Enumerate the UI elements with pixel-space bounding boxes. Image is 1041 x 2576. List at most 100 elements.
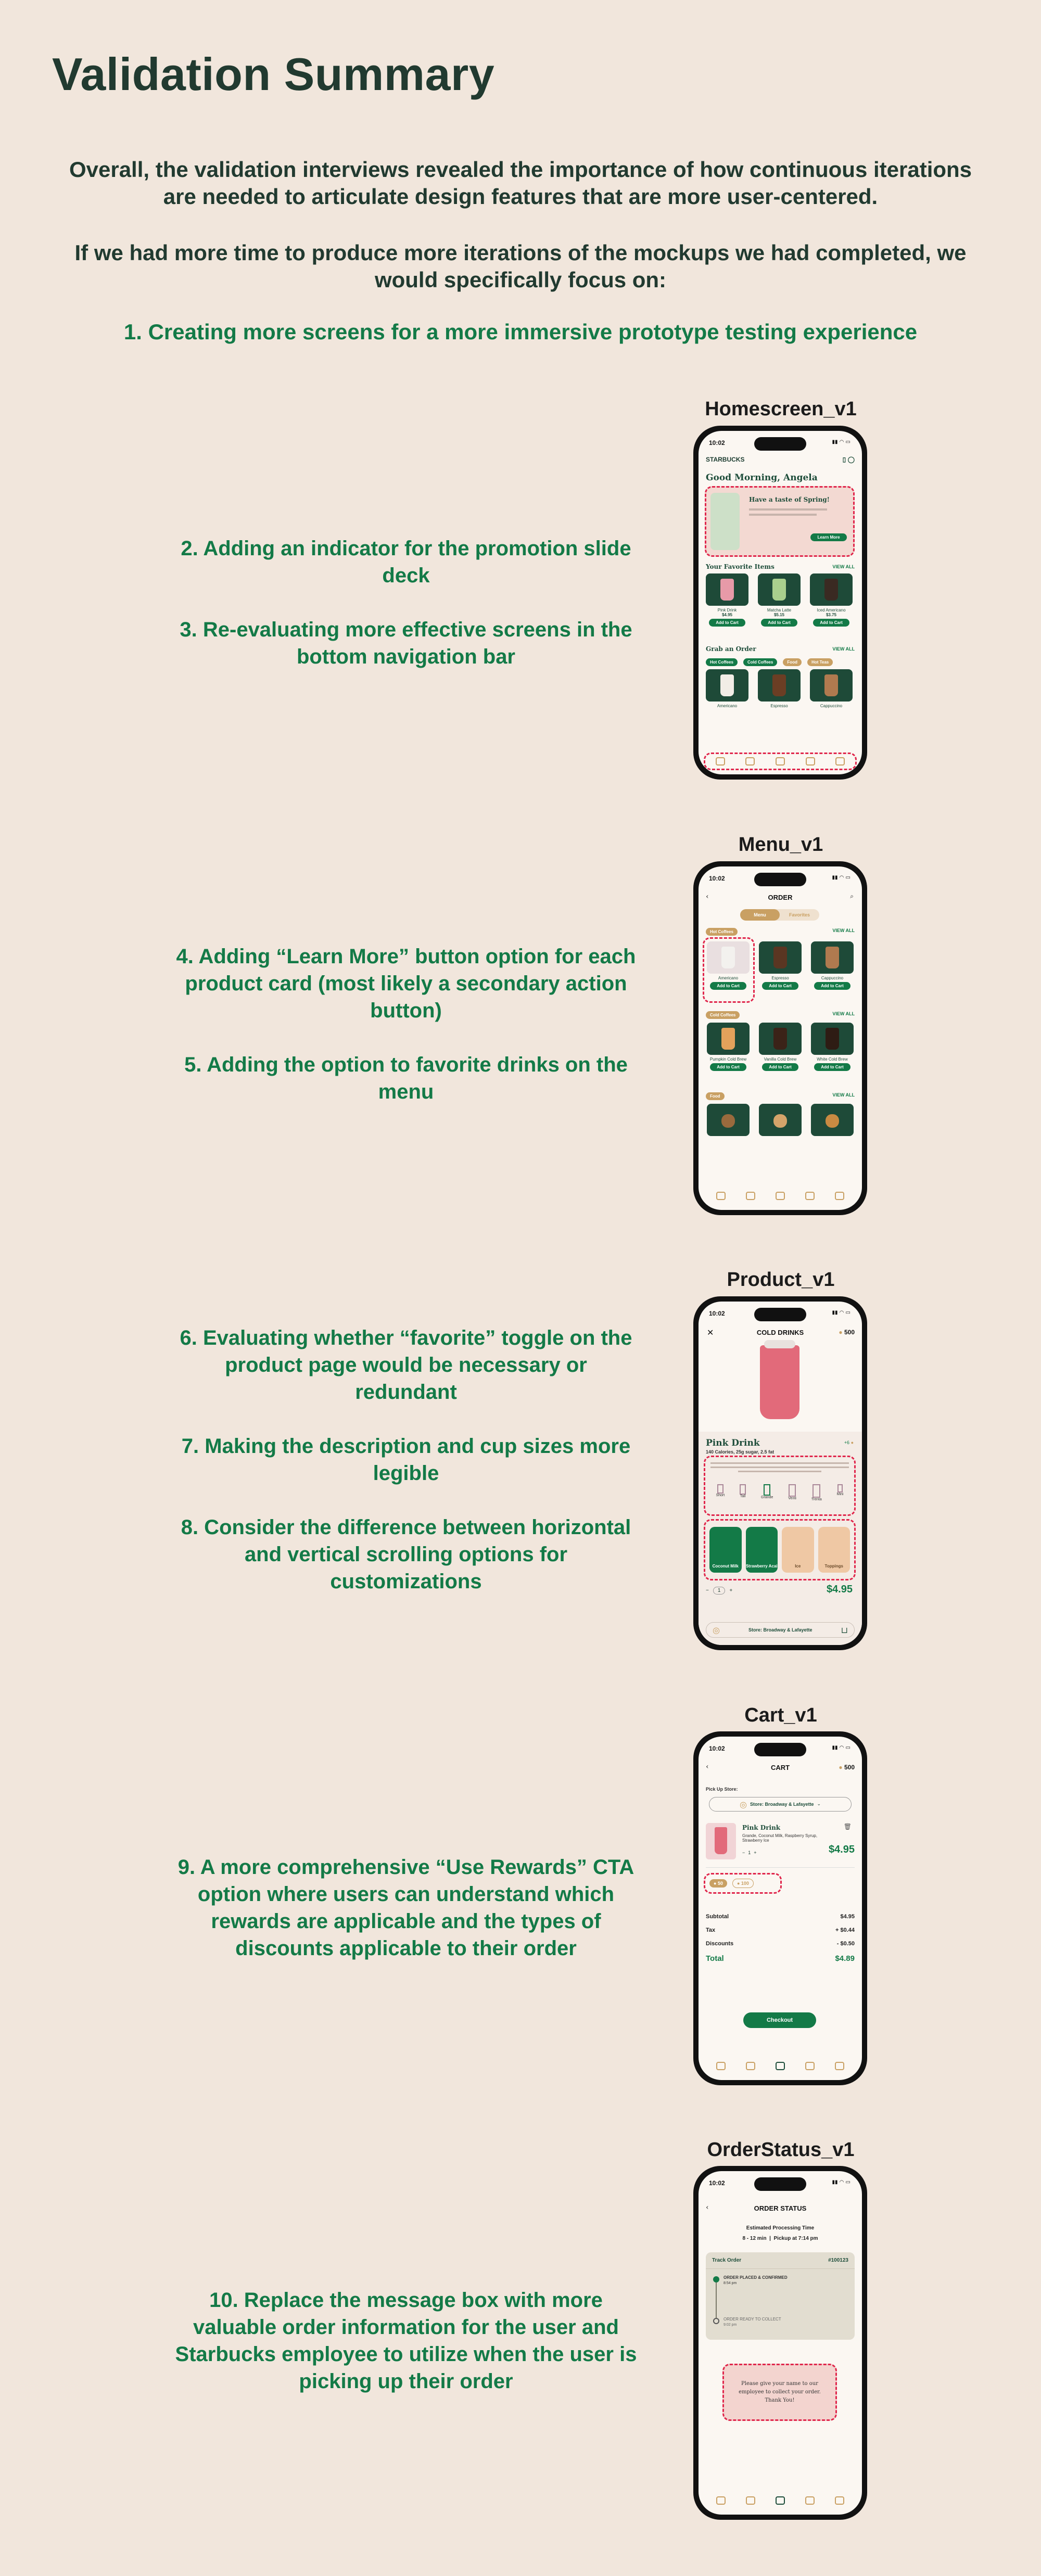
food-card[interactable] xyxy=(707,1104,750,1136)
message-box: Please give your name to our employee to… xyxy=(722,2364,837,2421)
chip-food[interactable]: Food xyxy=(783,658,802,666)
quantity-stepper[interactable]: − 1 + xyxy=(706,1587,732,1595)
checkout-button[interactable]: Checkout xyxy=(743,2012,816,2028)
plus-icon[interactable]: + xyxy=(754,1850,756,1855)
tab-favorites[interactable]: Favorites xyxy=(780,909,819,921)
quantity-stepper[interactable]: −1 + xyxy=(742,1850,757,1855)
add-to-cart-button[interactable]: Add to Cart xyxy=(813,619,849,627)
rewards-icon[interactable] xyxy=(805,2062,815,2070)
trash-icon[interactable]: 🗑 xyxy=(844,1823,852,1830)
custom-option-toppings[interactable]: Toppings xyxy=(818,1527,850,1573)
product-card[interactable]: Americano Add to Cart xyxy=(707,941,750,990)
cart-icon[interactable] xyxy=(775,2496,785,2505)
cart-icon[interactable]: ⊔ xyxy=(841,1625,848,1635)
add-to-cart-button[interactable]: Add to Cart xyxy=(709,619,745,627)
promo-slide[interactable]: Have a taste of Spring! Learn More xyxy=(705,486,855,557)
profile-icon[interactable] xyxy=(835,2496,845,2505)
profile-icon[interactable] xyxy=(835,2062,845,2070)
product-card[interactable]: Espresso Add to Cart xyxy=(759,941,802,990)
home-icon[interactable] xyxy=(716,2496,726,2505)
intro-paragraph-2: If we had more time to produce more iter… xyxy=(74,240,967,292)
size-option[interactable]: Trenta xyxy=(811,1484,822,1501)
rewards-icon[interactable] xyxy=(805,1192,815,1200)
view-all-link[interactable]: VIEW ALL xyxy=(832,1011,855,1019)
add-to-cart-button[interactable]: Add to Cart xyxy=(761,619,797,627)
menu-title: ORDER xyxy=(768,894,793,901)
menu-icon[interactable] xyxy=(745,757,755,766)
chevron-down-icon: ⌄ xyxy=(817,1802,821,1807)
total-value: $4.89 xyxy=(835,1954,855,1963)
mockup-label-cart: Cart_v1 xyxy=(744,1704,817,1726)
customization-scroller[interactable]: Coconut Milk Strawberry Acai Ice Topping… xyxy=(704,1519,856,1580)
custom-option-base[interactable]: Strawberry Acai xyxy=(745,1527,778,1573)
size-option[interactable]: Venti xyxy=(788,1484,796,1501)
size-option[interactable]: Short xyxy=(716,1484,725,1501)
mockup-label-order-status: OrderStatus_v1 xyxy=(707,2139,855,2161)
add-to-cart-button[interactable]: Add to Cart xyxy=(814,982,850,990)
add-to-cart-button[interactable]: Add to Cart xyxy=(710,982,746,990)
store-selector[interactable]: ◎ Store: Broadway & Lafayette ⊔ xyxy=(706,1622,855,1638)
product-card[interactable]: Cappuccino xyxy=(810,669,853,708)
chip-hot-teas[interactable]: Hot Teas xyxy=(807,658,833,666)
favorite-toggle[interactable]: +6 ● xyxy=(844,1440,854,1445)
product-card[interactable]: Vanilla Cold Brew Add to Cart xyxy=(759,1023,802,1071)
custom-option-milk[interactable]: Coconut Milk xyxy=(709,1527,742,1573)
note-4: 4. Adding “Learn More” button option for… xyxy=(176,945,636,1022)
cart-icon[interactable] xyxy=(775,1192,785,1200)
back-icon[interactable]: ‹ xyxy=(706,892,709,901)
food-card[interactable] xyxy=(759,1104,802,1136)
menu-icon[interactable] xyxy=(745,1192,755,1200)
product-card[interactable]: Americano xyxy=(706,669,748,708)
product-card[interactable]: White Cold Brew Add to Cart xyxy=(811,1023,854,1071)
menu-icon[interactable] xyxy=(745,2496,755,2505)
store-icon: ◎ xyxy=(739,1799,747,1809)
home-icon[interactable] xyxy=(716,2062,726,2070)
learn-more-button[interactable]: Learn More xyxy=(810,533,847,541)
profile-icon[interactable] xyxy=(835,757,845,766)
track-order-panel: Track Order #100123 ORDER PLACED & CONFI… xyxy=(706,2252,855,2340)
custom-option-ice[interactable]: Ice xyxy=(782,1527,814,1573)
product-card[interactable]: Espresso xyxy=(758,669,801,708)
points-badge: ● 500 xyxy=(839,1329,855,1336)
search-icon[interactable]: ⌕ xyxy=(850,892,854,900)
add-to-cart-button[interactable]: Add to Cart xyxy=(814,1063,850,1071)
size-option[interactable]: Mini xyxy=(837,1484,843,1501)
size-option[interactable]: Grande xyxy=(761,1484,773,1501)
minus-icon[interactable]: − xyxy=(706,1588,709,1593)
rewards-icon[interactable] xyxy=(805,2496,815,2505)
product-price: $4.95 xyxy=(826,1584,853,1595)
cart-icon[interactable] xyxy=(775,757,785,766)
rewards-icon[interactable] xyxy=(805,757,815,766)
store-dropdown[interactable]: ◎ Store: Broadway & Lafayette ⌄ xyxy=(709,1797,852,1812)
chip-hot-coffees[interactable]: Hot Coffees xyxy=(706,658,738,666)
product-card[interactable]: Matcha Latte $5.15 Add to Cart xyxy=(758,573,801,627)
plus-icon[interactable]: + xyxy=(729,1588,732,1593)
product-category-title: COLD DRINKS xyxy=(756,1329,804,1336)
add-to-cart-button[interactable]: Add to Cart xyxy=(762,1063,798,1071)
food-card[interactable] xyxy=(811,1104,854,1136)
profile-icon[interactable] xyxy=(835,1192,845,1200)
product-card[interactable]: Cappuccino Add to Cart xyxy=(811,941,854,990)
menu-icon[interactable] xyxy=(745,2062,755,2070)
chip-cold-coffees[interactable]: Cold Coffees xyxy=(743,658,778,666)
tab-menu[interactable]: Menu xyxy=(740,909,780,921)
reward-option-2[interactable]: ● 100 xyxy=(732,1879,754,1888)
reward-option-1[interactable]: ● 50 xyxy=(709,1879,727,1888)
view-all-link[interactable]: VIEW ALL xyxy=(832,928,855,936)
view-all-link[interactable]: VIEW ALL xyxy=(832,564,855,569)
product-card[interactable]: Iced Americano $3.75 Add to Cart xyxy=(810,573,853,627)
minus-icon[interactable]: − xyxy=(742,1850,745,1855)
product-card[interactable]: Pumpkin Cold Brew Add to Cart xyxy=(707,1023,750,1071)
product-card[interactable]: Pink Drink $4.95 Add to Cart xyxy=(706,573,748,627)
cart-icon[interactable] xyxy=(775,2062,785,2070)
view-all-link[interactable]: VIEW ALL xyxy=(832,646,855,652)
size-option[interactable]: Tall xyxy=(740,1484,746,1501)
add-to-cart-button[interactable]: Add to Cart xyxy=(762,982,798,990)
add-to-cart-button[interactable]: Add to Cart xyxy=(710,1063,746,1071)
note-10: 10. Replace the message box with more va… xyxy=(175,2289,637,2393)
home-icon[interactable] xyxy=(716,1192,726,1200)
home-icon[interactable] xyxy=(715,757,725,766)
grab-order-heading: Grab an Order xyxy=(706,645,756,653)
view-all-link[interactable]: VIEW ALL xyxy=(832,1092,855,1100)
phone-product: 10:02 ▮▮ ◠ ▭ ✕ COLD DRINKS ● 500 Pink Dr… xyxy=(693,1296,867,1650)
